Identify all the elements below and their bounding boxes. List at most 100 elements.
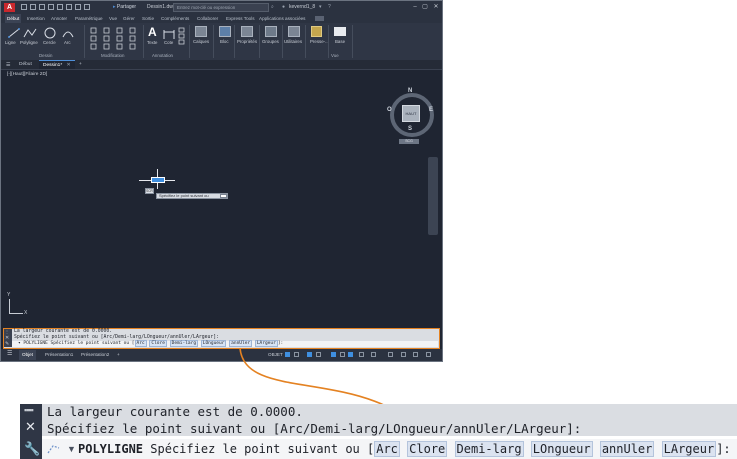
text-tool-icon[interactable]: A bbox=[148, 25, 157, 39]
option-largeur[interactable]: LArgeur bbox=[661, 441, 717, 457]
undo-icon[interactable] bbox=[66, 4, 72, 10]
tab-insertion[interactable]: Insertion bbox=[27, 14, 45, 23]
share-button[interactable]: ▸ Partager bbox=[113, 3, 136, 12]
polar-icon[interactable] bbox=[316, 352, 321, 357]
tab-parametrique[interactable]: Paramétrique bbox=[75, 14, 103, 23]
tab-collaborer[interactable]: Collaborer bbox=[197, 14, 218, 23]
save-icon[interactable] bbox=[39, 4, 45, 10]
arc-tool-label[interactable]: Arc bbox=[64, 40, 71, 45]
clipboard-icon[interactable] bbox=[311, 26, 322, 37]
arc-tool-icon[interactable] bbox=[61, 26, 75, 38]
layout-tab-presentation2[interactable]: Présentation2 bbox=[78, 350, 112, 360]
tab-gerer[interactable]: Gérer bbox=[123, 14, 135, 23]
save-as-icon[interactable] bbox=[48, 4, 54, 10]
line-tool-label[interactable]: Ligne bbox=[5, 40, 16, 45]
navigation-bar[interactable] bbox=[428, 157, 438, 235]
wcs-menu-button[interactable]: SCG bbox=[399, 139, 419, 144]
grip-icon[interactable]: ⋮ bbox=[5, 329, 9, 334]
tab-express-tools[interactable]: Express Tools bbox=[226, 14, 255, 23]
properties-label[interactable]: Propriétés bbox=[237, 39, 257, 44]
dimension-tool-label[interactable]: Cote bbox=[164, 40, 173, 45]
compass-south[interactable]: S bbox=[408, 126, 412, 132]
osnap-icon[interactable] bbox=[331, 352, 336, 357]
viewport-controls[interactable]: [-][Haut][Filaire 2D] bbox=[7, 72, 47, 77]
ortho-icon[interactable] bbox=[307, 352, 312, 357]
customize-icon[interactable]: ✎ bbox=[5, 341, 9, 347]
units-icon[interactable] bbox=[401, 352, 406, 357]
base-view-label[interactable]: Base bbox=[335, 39, 345, 44]
annotation-small-tools[interactable] bbox=[178, 27, 186, 45]
tab-complements[interactable]: Compléments bbox=[161, 14, 189, 23]
minimize-icon[interactable]: – bbox=[411, 3, 419, 11]
option-demi-larg[interactable]: Demi-larg bbox=[454, 441, 524, 457]
panel-dessin-label[interactable]: Dessin bbox=[39, 53, 52, 58]
option-arc[interactable]: Arc bbox=[374, 441, 400, 457]
circle-tool-icon[interactable] bbox=[43, 26, 57, 39]
tab-debut[interactable]: Début bbox=[5, 14, 22, 23]
menu-icon[interactable]: ☰ bbox=[6, 62, 10, 68]
tab-annoter[interactable]: Annoter bbox=[51, 14, 67, 23]
block-label[interactable]: Bloc bbox=[220, 39, 229, 44]
open-icon[interactable] bbox=[30, 4, 36, 10]
option-clore[interactable]: Clore bbox=[149, 340, 167, 347]
dimension-tool-icon[interactable] bbox=[163, 27, 175, 39]
panel-modification-label[interactable]: Modification bbox=[101, 53, 124, 58]
viewcube-top-face[interactable]: HAUT bbox=[402, 105, 420, 122]
user-icon[interactable]: ● bbox=[282, 1, 285, 14]
command-input[interactable]: ▾ POLYLIGNE Spécifiez le point suivant o… bbox=[12, 340, 438, 347]
ribbon-options-icon[interactable] bbox=[315, 16, 324, 21]
model-space-toggle[interactable]: OBJET bbox=[268, 349, 283, 361]
panel-vue-label[interactable]: Vue bbox=[331, 53, 339, 58]
option-arc[interactable]: Arc bbox=[134, 340, 147, 347]
panel-annotation-label[interactable]: Annotation bbox=[152, 53, 173, 58]
option-longueur[interactable]: LOngueur bbox=[530, 441, 593, 457]
compass-east[interactable]: E bbox=[429, 107, 433, 113]
workspace-icon[interactable] bbox=[359, 352, 364, 357]
grip-icon[interactable]: ▪▪▪▪ bbox=[24, 405, 34, 415]
close-tab-icon[interactable]: ✕ bbox=[67, 63, 71, 68]
tab-sortie[interactable]: Sortie bbox=[142, 14, 154, 23]
user-name[interactable]: kevernd1_8 bbox=[289, 1, 315, 14]
close-icon[interactable]: ✕ bbox=[432, 3, 440, 11]
groups-label[interactable]: Groupes bbox=[262, 39, 279, 44]
plot-icon[interactable] bbox=[57, 4, 63, 10]
utilities-label[interactable]: Utilitaires bbox=[284, 39, 302, 44]
option-longueur[interactable]: LOngueur bbox=[200, 340, 227, 347]
share-icon[interactable] bbox=[84, 4, 90, 10]
block-icon[interactable] bbox=[219, 26, 231, 37]
option-largeur[interactable]: LArgeur bbox=[254, 340, 278, 347]
base-view-icon[interactable] bbox=[334, 27, 346, 36]
search-icon[interactable]: ⌕ bbox=[271, 1, 274, 14]
help-icon[interactable]: ? bbox=[328, 1, 331, 14]
file-tab-debut[interactable]: Début bbox=[15, 60, 36, 69]
fullscreen-icon[interactable] bbox=[413, 352, 418, 357]
layers-icon[interactable] bbox=[195, 26, 207, 37]
otrack-icon[interactable] bbox=[340, 352, 345, 357]
utilities-icon[interactable] bbox=[288, 26, 300, 37]
line-tool-icon[interactable] bbox=[7, 26, 21, 38]
redo-icon[interactable] bbox=[75, 4, 81, 10]
dynamic-input-field[interactable] bbox=[220, 194, 227, 198]
modify-tools-grid[interactable] bbox=[89, 26, 141, 50]
snap-icon[interactable] bbox=[294, 352, 299, 357]
tab-applications-associees[interactable]: Applications associées bbox=[259, 14, 305, 23]
text-tool-label[interactable]: Texte bbox=[147, 40, 158, 45]
clipboard-label[interactable]: Presse-... bbox=[310, 39, 329, 44]
tab-vue[interactable]: Vue bbox=[109, 14, 117, 23]
drawing-viewport[interactable]: [-][Haut][Filaire 2D] HAUT N S E O SCG S… bbox=[1, 70, 442, 328]
layers-label[interactable]: Calques bbox=[193, 39, 209, 44]
option-clore[interactable]: Clore bbox=[407, 441, 448, 457]
annotation-scale-icon[interactable] bbox=[348, 352, 353, 357]
polyline-tool-icon[interactable] bbox=[23, 26, 37, 38]
layout-tab-presentation1[interactable]: Présentation1 bbox=[42, 350, 76, 360]
option-demi-larg[interactable]: Demi-larg bbox=[169, 340, 199, 347]
option-annuler[interactable]: annUler bbox=[599, 441, 655, 457]
close-command-icon[interactable]: ✕ bbox=[25, 419, 36, 435]
grid-icon[interactable] bbox=[285, 352, 290, 357]
recent-commands-dropdown-icon[interactable]: ▼ bbox=[67, 444, 76, 454]
customize-status-icon[interactable] bbox=[426, 352, 431, 357]
circle-tool-label[interactable]: Cercle bbox=[43, 40, 56, 45]
app-logo[interactable]: A bbox=[4, 3, 15, 12]
properties-icon[interactable] bbox=[241, 26, 253, 37]
cart-icon[interactable]: ▾ bbox=[319, 1, 322, 14]
